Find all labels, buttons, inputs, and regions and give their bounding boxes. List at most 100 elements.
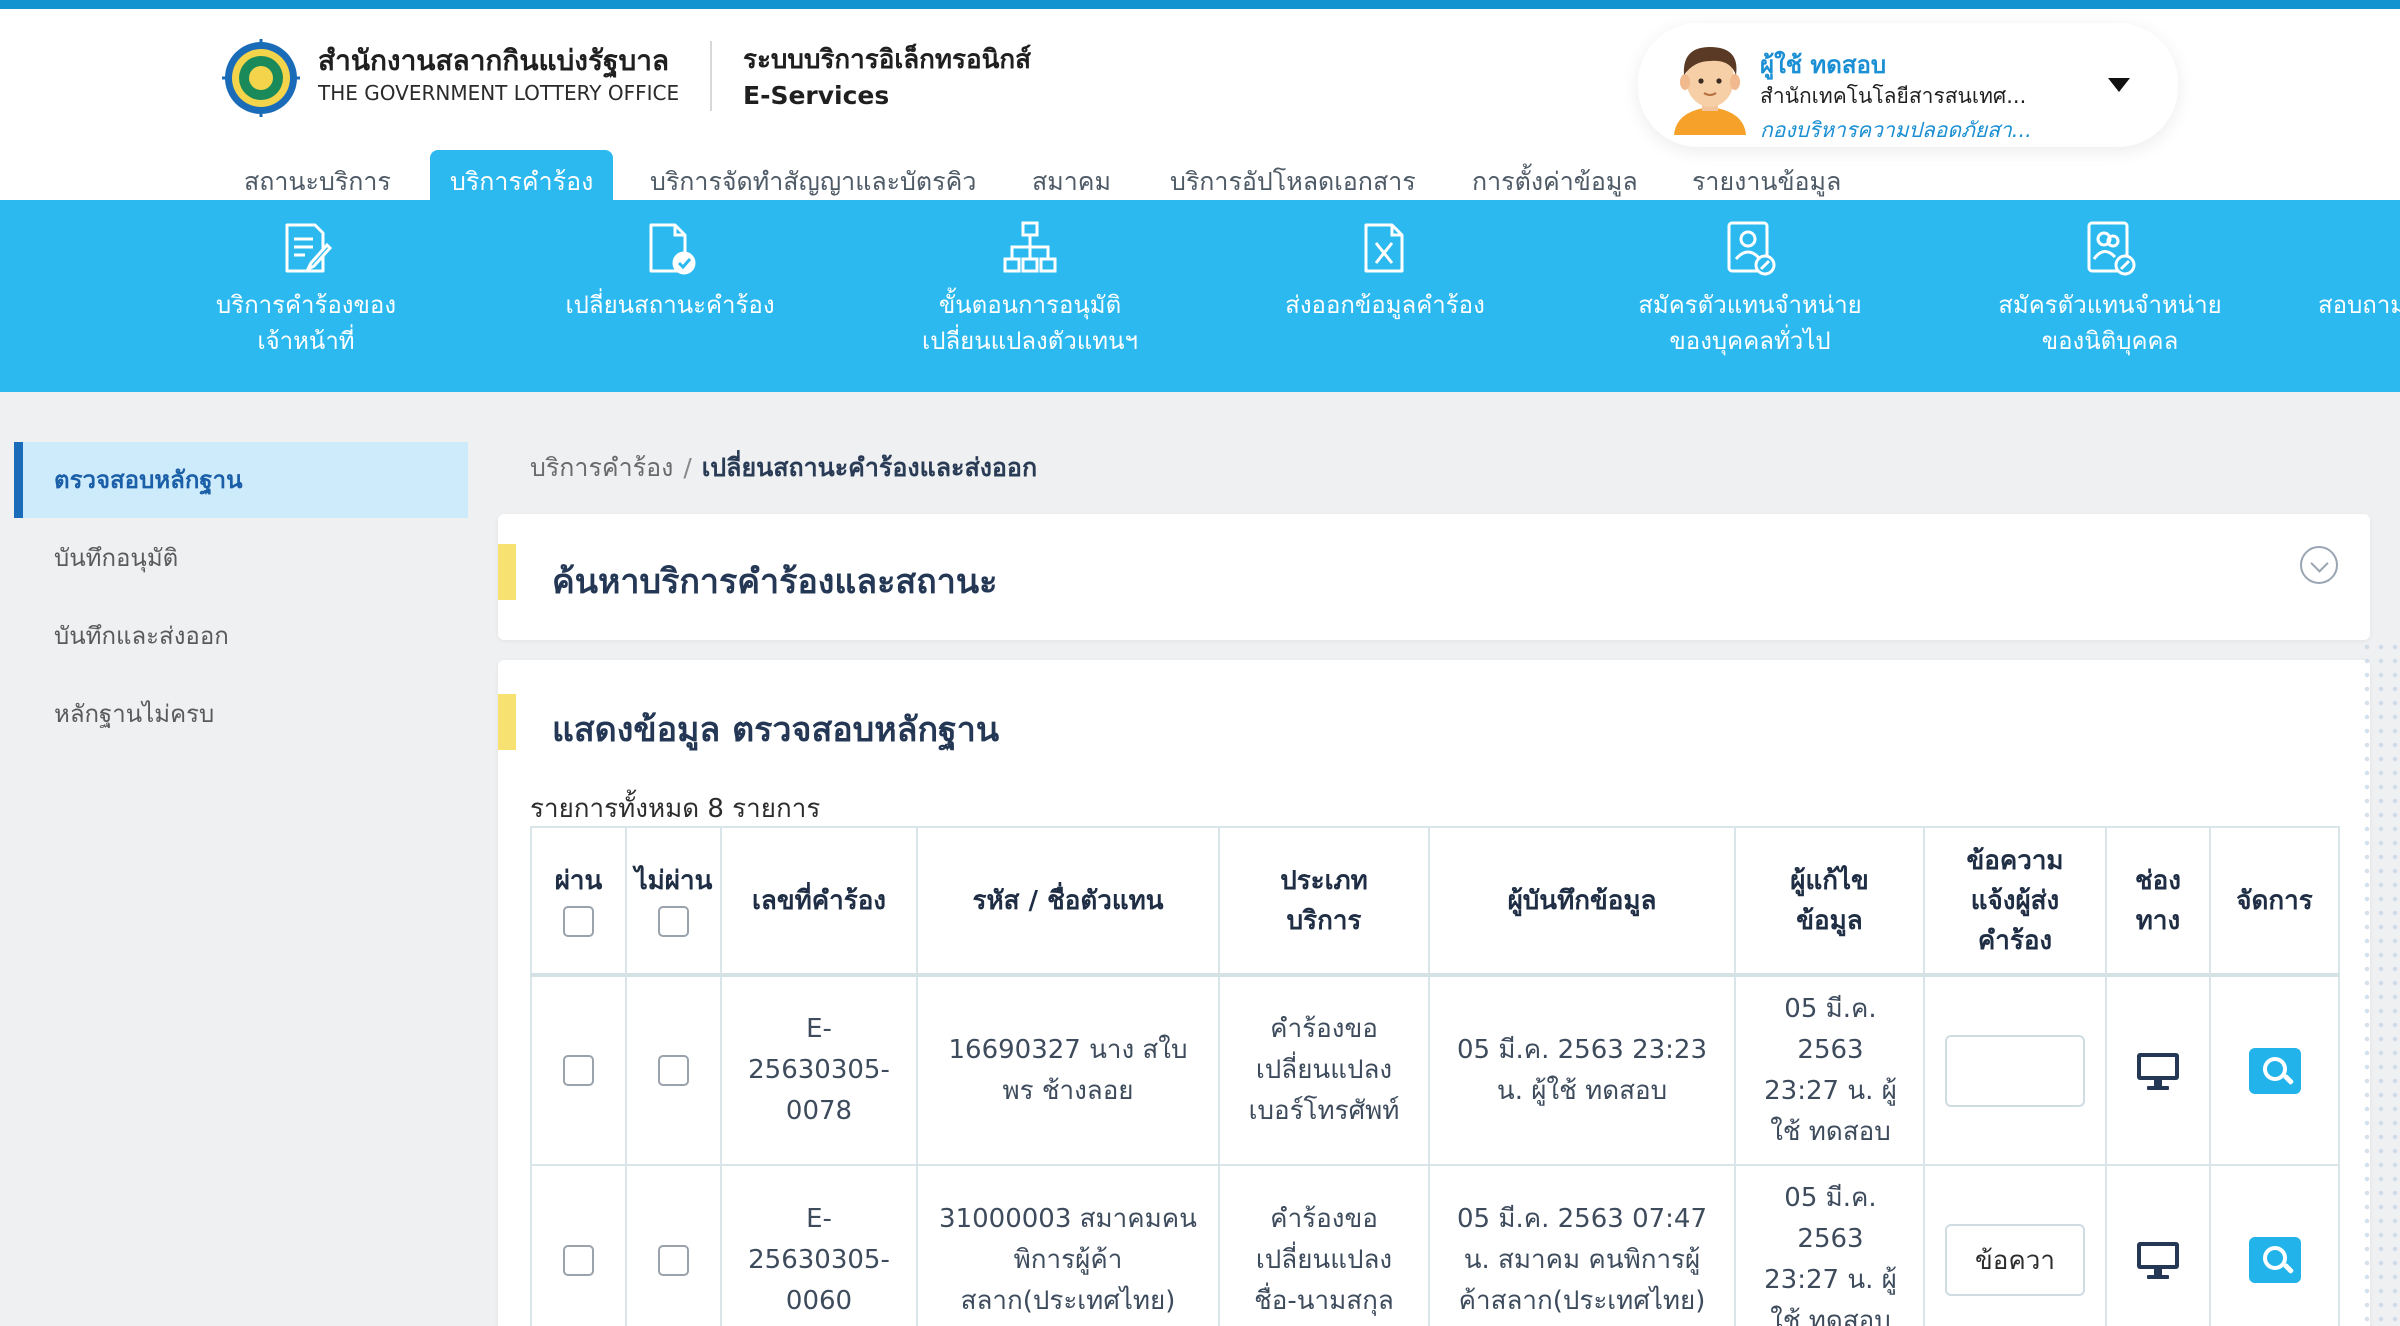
col-editor-line2: ข้อมูล bbox=[1796, 905, 1863, 936]
user-menu[interactable]: ผู้ใช้ ทดสอบ สำนักเทคโนโลยีสารสนเทศ... ก… bbox=[1638, 23, 2178, 147]
header: สำนักงานสลากกินแบ่งรัฐบาล THE GOVERNMENT… bbox=[0, 9, 2400, 209]
org-name-en: THE GOVERNMENT LOTTERY OFFICE bbox=[318, 81, 680, 105]
submenu-approval-steps[interactable]: ขั้นตอนการอนุมัติ เปลี่ยนแปลงตัวแทนฯ bbox=[900, 200, 1160, 392]
breadcrumb-current: เปลี่ยนสถานะคำร้องและส่งออก bbox=[701, 453, 1038, 482]
service-type: คำร้องขอเปลี่ยนแปลงชื่อ-นามสกุล bbox=[1218, 1164, 1430, 1326]
lottery-office-logo bbox=[222, 39, 300, 117]
submenu-label-line1: สอบถาม bbox=[2318, 291, 2400, 319]
message-cell bbox=[1923, 1164, 2107, 1326]
document-check-icon bbox=[649, 223, 696, 275]
col-fail-label: ไม่ผ่าน bbox=[634, 865, 713, 896]
card-accent-bar bbox=[498, 544, 516, 600]
org-name-th: สำนักงานสลากกินแบ่งรัฐบาล bbox=[318, 44, 670, 77]
total-count: รายการทั้งหมด 8 รายการ bbox=[530, 794, 821, 824]
message-input[interactable] bbox=[1945, 1224, 2085, 1296]
select-all-pass-checkbox[interactable] bbox=[563, 905, 594, 937]
user-org: สำนักเทคโนโลยีสารสนเทศ... bbox=[1760, 84, 2027, 108]
submenu-label-line2: ของบุคคลทั่วไป bbox=[1669, 327, 1831, 355]
results-panel-title: แสดงข้อมูล ตรวจสอบหลักฐาน bbox=[552, 710, 1000, 750]
agent: 31000003 สมาคมคนพิการผู้ค้าสลาก(ประเทศไท… bbox=[916, 1164, 1220, 1326]
edit-document-icon bbox=[285, 223, 333, 273]
search-panel[interactable]: ค้นหาบริการคำร้องและสถานะ bbox=[498, 514, 2370, 640]
submenu-label-line2: ข bbox=[2300, 323, 2400, 359]
table-row: E-25630305-0060 31000003 สมาคมคนพิการผู้… bbox=[530, 1164, 2340, 1326]
select-all-fail-checkbox[interactable] bbox=[658, 905, 689, 937]
col-channel-line1: ช่อง bbox=[2135, 865, 2181, 896]
submenu-label-line2: ของนิติบุคคล bbox=[2041, 327, 2179, 355]
col-channel-line2: ทาง bbox=[2135, 905, 2181, 936]
manage-cell bbox=[2209, 1164, 2340, 1326]
system-name-en: E-Services bbox=[743, 81, 890, 110]
breadcrumb: บริการคำร้อง / เปลี่ยนสถานะคำร้องและส่งออก bbox=[530, 448, 1037, 488]
editor: 05 มี.ค. 2563 23:27 น. ผู้ใช้ ทดสอบ bbox=[1734, 1164, 1925, 1326]
agent: 16690327 นาง สใบพร ช้างลอย bbox=[916, 974, 1220, 1166]
col-pass: ผ่าน bbox=[530, 826, 627, 977]
fail-checkbox[interactable] bbox=[658, 1244, 689, 1276]
recorder: 05 มี.ค. 2563 07:47 น. สมาคม คนพิการผู้ค… bbox=[1428, 1164, 1736, 1326]
submenu-label-line1: สมัครตัวแทนจำหน่าย bbox=[1638, 291, 1862, 319]
desktop-icon bbox=[2137, 1052, 2179, 1090]
view-detail-button[interactable] bbox=[2248, 1237, 2301, 1283]
col-channel: ช่อง ทาง bbox=[2105, 826, 2211, 977]
submenu-register-company[interactable]: สมัครตัวแทนจำหน่าย ของนิติบุคคล bbox=[1980, 200, 2240, 392]
submenu-register-individual[interactable]: สมัครตัวแทนจำหน่าย ของบุคคลทั่วไป bbox=[1620, 200, 1880, 392]
message-input[interactable] bbox=[1945, 1034, 2085, 1107]
channel-cell bbox=[2105, 974, 2211, 1166]
user-name: ผู้ใช้ ทดสอบ bbox=[1760, 51, 1887, 79]
submenu-label-line2: เจ้าหน้าที่ bbox=[257, 327, 355, 355]
col-pass-label: ผ่าน bbox=[554, 865, 603, 896]
pass-cell bbox=[530, 974, 627, 1166]
table-row: E-25630305-0078 16690327 นาง สใบพร ช้างล… bbox=[530, 974, 2340, 1166]
submenu-staff-requests[interactable]: บริการคำร้องของ เจ้าหน้าที่ bbox=[190, 200, 422, 392]
pass-checkbox[interactable] bbox=[563, 1244, 594, 1276]
col-agent: รหัส / ชื่อตัวแทน bbox=[916, 826, 1220, 977]
system-name-th: ระบบบริการอิเล็กทรอนิกส์ bbox=[743, 45, 1031, 75]
table-header-row: ผ่าน ไม่ผ่าน เลขที่คำร้อง รหัส / ชื่อตัว… bbox=[530, 826, 2340, 977]
card-accent-bar bbox=[498, 694, 516, 750]
pass-checkbox[interactable] bbox=[563, 1055, 594, 1086]
excel-file-icon bbox=[1364, 223, 1404, 273]
col-message-line1: ข้อความ bbox=[1966, 845, 2064, 876]
submenu-export-requests[interactable]: ส่งออกข้อมูลคำร้อง bbox=[1260, 200, 1510, 392]
user-dept: กองบริหารความปลอดภัยสา... bbox=[1760, 118, 2032, 142]
sidebar-item-check-evidence[interactable]: ตรวจสอบหลักฐาน bbox=[14, 442, 468, 518]
recorder: 05 มี.ค. 2563 23:23 น. ผู้ใช้ ทดสอบ bbox=[1428, 974, 1736, 1166]
search-panel-title: ค้นหาบริการคำร้องและสถานะ bbox=[552, 562, 998, 602]
view-detail-button[interactable] bbox=[2248, 1047, 2301, 1094]
col-recorder: ผู้บันทึกข้อมูล bbox=[1428, 826, 1736, 977]
sidebar-item-record-export[interactable]: บันทึกและส่งออก bbox=[14, 598, 468, 674]
editor: 05 มี.ค. 2563 23:27 น. ผู้ใช้ ทดสอบ bbox=[1734, 974, 1925, 1166]
fail-cell bbox=[625, 974, 722, 1166]
col-request-no: เลขที่คำร้อง bbox=[720, 826, 918, 977]
col-message-line3: คำร้อง bbox=[1977, 925, 2053, 956]
submenu-label: ส่งออกข้อมูลคำร้อง bbox=[1285, 291, 1485, 319]
submenu-inquiry[interactable]: สอบถาม ข bbox=[2300, 200, 2400, 392]
request-no: E-25630305-0060 bbox=[720, 1164, 918, 1326]
chevron-down-icon[interactable] bbox=[2108, 78, 2130, 92]
col-service-type-line1: ประเภท bbox=[1280, 865, 1368, 896]
breadcrumb-root[interactable]: บริการคำร้อง bbox=[530, 453, 673, 482]
request-no: E-25630305-0078 bbox=[720, 974, 918, 1166]
col-service-type: ประเภท บริการ bbox=[1218, 826, 1430, 977]
submenu-label: เปลี่ยนสถานะคำร้อง bbox=[565, 291, 775, 319]
submenu-label-line1: บริการคำร้องของ bbox=[215, 291, 397, 319]
col-message: ข้อความ แจ้งผู้ส่ง คำร้อง bbox=[1923, 826, 2107, 977]
col-service-type-line2: บริการ bbox=[1286, 905, 1362, 936]
col-editor-line1: ผู้แก้ไข bbox=[1790, 865, 1869, 896]
sidebar-item-record-approval[interactable]: บันทึกอนุมัติ bbox=[14, 520, 468, 596]
submenu-label-line1: สมัครตัวแทนจำหน่าย bbox=[1998, 291, 2222, 319]
submenu-change-status[interactable]: เปลี่ยนสถานะคำร้อง bbox=[540, 200, 800, 392]
company-card-icon bbox=[2087, 221, 2136, 276]
sidebar: ตรวจสอบหลักฐาน บันทึกอนุมัติ บันทึกและส่… bbox=[0, 392, 480, 1326]
sidebar-item-incomplete-evidence[interactable]: หลักฐานไม่ครบ bbox=[14, 676, 468, 752]
submenu-band: บริการคำร้องของ เจ้าหน้าที่ เปลี่ยนสถานะ… bbox=[0, 200, 2400, 392]
fail-checkbox[interactable] bbox=[658, 1055, 689, 1086]
fail-cell bbox=[625, 1164, 722, 1326]
avatar bbox=[1674, 47, 1746, 135]
col-editor: ผู้แก้ไข ข้อมูล bbox=[1734, 826, 1925, 977]
message-cell bbox=[1923, 974, 2107, 1166]
service-type: คำร้องขอเปลี่ยนแปลงเบอร์โทรศัพท์ bbox=[1218, 974, 1430, 1166]
chevron-down-icon[interactable] bbox=[2300, 546, 2338, 584]
decorative-dots bbox=[2360, 640, 2400, 1326]
col-manage: จัดการ bbox=[2209, 826, 2340, 977]
